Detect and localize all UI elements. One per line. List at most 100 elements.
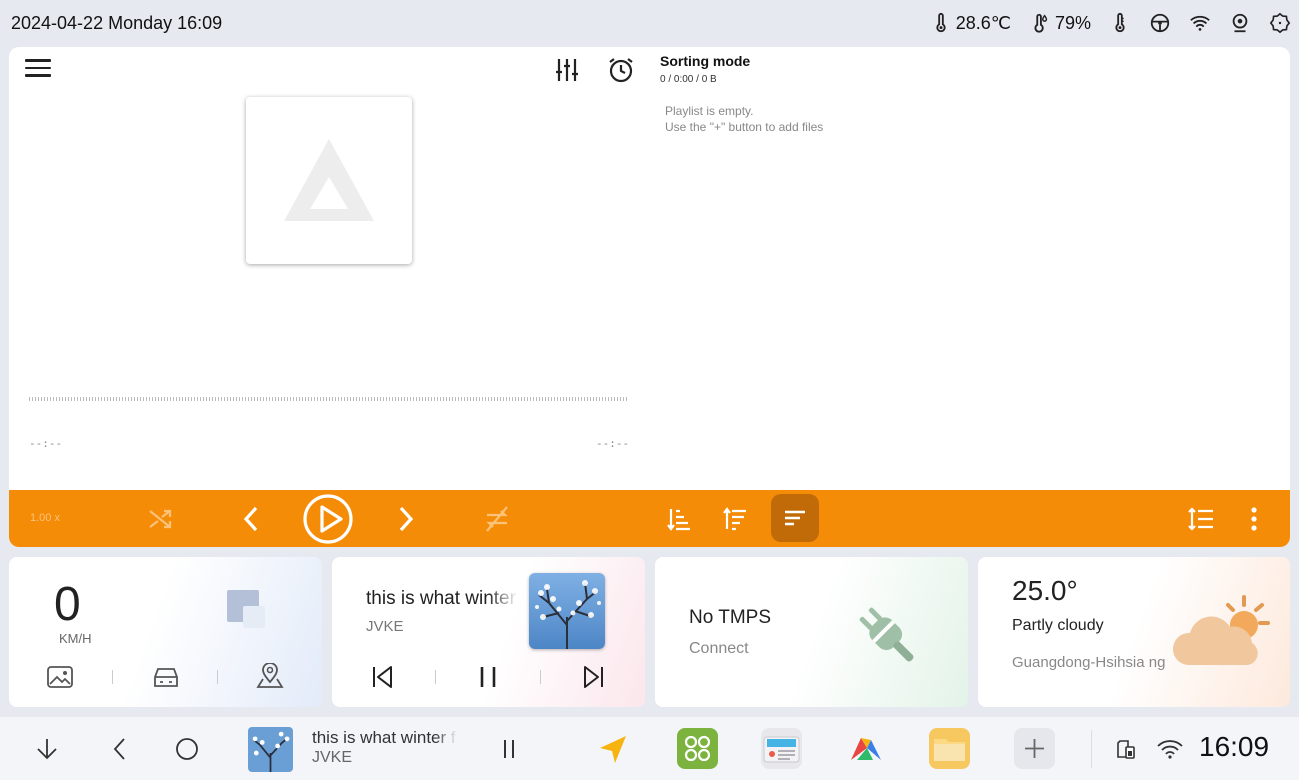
- humidity-icon: [1034, 13, 1048, 33]
- previous-button[interactable]: [236, 502, 266, 536]
- maps-app-icon: [851, 738, 881, 760]
- sort-descending-icon: [723, 507, 746, 531]
- image-icon: [47, 666, 73, 688]
- car-placeholder-icon-overlay: [243, 606, 265, 628]
- tpms-title: No TMPS: [689, 607, 772, 628]
- music-widget[interactable]: this is what winter feels like JVKE: [332, 557, 645, 707]
- plug-icon: [859, 607, 914, 662]
- arrow-down-icon: [37, 739, 57, 760]
- repeat-button[interactable]: [481, 503, 513, 535]
- equalizer-icon: [556, 59, 578, 81]
- sleep-timer-button[interactable]: [607, 56, 635, 84]
- alarm-clock-icon: [609, 58, 633, 83]
- speed-widget[interactable]: 0 KM/H: [9, 557, 322, 707]
- wifi-indicator: [1155, 735, 1185, 763]
- add-app-button[interactable]: [1014, 728, 1055, 769]
- navigation-arrow-icon: [600, 736, 626, 763]
- status-icons: 28.6℃ 79%: [912, 8, 1291, 38]
- home-button[interactable]: [172, 734, 202, 764]
- album-art-image: [529, 573, 605, 649]
- playlist-stats: 0 / 0:00 / 0 B: [660, 74, 717, 85]
- car-button[interactable]: [151, 665, 181, 694]
- camera-icon: [1232, 13, 1248, 33]
- humidity-value: 79%: [1054, 12, 1091, 33]
- waveform-seekbar[interactable]: [29, 397, 629, 401]
- album-art: [529, 573, 605, 649]
- pause-icon: [504, 740, 514, 758]
- location-button[interactable]: [255, 662, 285, 694]
- playback-control-bar: 1.00 x: [9, 490, 1290, 547]
- status-bar: 2024-04-22 Monday 16:09 28.6℃ 79%: [0, 0, 1299, 46]
- status-datetime: 2024-04-22 Monday 16:09: [11, 13, 223, 33]
- thermometer-icon: [1115, 12, 1125, 33]
- steering-wheel-icon: [1150, 13, 1170, 33]
- menu-button[interactable]: [25, 59, 51, 81]
- collapse-button[interactable]: [32, 734, 62, 764]
- repeat-icon: [486, 506, 508, 532]
- playlist-title: Sorting mode: [660, 53, 751, 69]
- weather-widget[interactable]: 25.0° Partly cloudy Guangdong-Hsihsia ng: [978, 557, 1290, 707]
- empty-playlist-message: Playlist is empty.: [665, 104, 754, 118]
- sort-descending-button[interactable]: [720, 504, 750, 534]
- settings-button[interactable]: [1269, 12, 1291, 34]
- song-artist: JVKE: [366, 618, 404, 635]
- plus-icon: [1025, 739, 1044, 758]
- apps-grid-app[interactable]: [677, 728, 718, 769]
- shuffle-icon: [149, 509, 172, 529]
- playback-speed[interactable]: 1.00 x: [30, 512, 60, 524]
- clock: 16:09: [1199, 731, 1270, 762]
- radio-icon: [763, 736, 800, 763]
- file-manager-app[interactable]: [929, 728, 970, 769]
- temperature-value: 28.6℃: [955, 12, 1011, 33]
- temperature-readout: 28.6℃: [930, 12, 1011, 34]
- empty-playlist-hint: Use the "+" button to add files: [665, 120, 824, 134]
- sort-custom-button[interactable]: [771, 494, 819, 542]
- wifi-icon: [1190, 15, 1210, 31]
- steering-wheel-button[interactable]: [1149, 12, 1171, 34]
- chevron-right-icon: [399, 506, 414, 532]
- nav-pause-button[interactable]: [494, 734, 524, 764]
- phone-battery-icon: [1117, 740, 1135, 759]
- phone-battery-indicator: [1113, 736, 1139, 762]
- gallery-button[interactable]: [46, 665, 74, 694]
- nav-song-title[interactable]: this is what winter feels like: [312, 728, 457, 748]
- app-logo-icon: [284, 139, 374, 221]
- sort-lines-icon: [785, 510, 805, 526]
- time-elapsed: --:--: [29, 437, 63, 450]
- thermometer-button[interactable]: [1109, 12, 1131, 34]
- nav-album-art[interactable]: [248, 727, 293, 772]
- navigation-app[interactable]: [592, 728, 633, 769]
- sort-order-button[interactable]: [1185, 504, 1217, 534]
- menu-icon-line: [25, 66, 51, 69]
- next-track-button[interactable]: [580, 664, 606, 695]
- thermometer-icon: [936, 12, 946, 33]
- speed-unit: KM/H: [59, 631, 92, 646]
- pause-button[interactable]: [475, 664, 501, 695]
- equalizer-button[interactable]: [554, 57, 580, 83]
- time-total: --:--: [596, 437, 630, 450]
- sort-ascending-button[interactable]: [664, 504, 694, 534]
- music-player-panel: Sorting mode 0 / 0:00 / 0 B Playlist is …: [9, 47, 1290, 547]
- next-button[interactable]: [391, 502, 421, 536]
- sort-order-icon: [1188, 507, 1213, 531]
- camera-button[interactable]: [1229, 12, 1251, 34]
- back-button[interactable]: [105, 734, 135, 764]
- settings-icon: [1269, 12, 1291, 34]
- weather-temperature: 25.0°: [1012, 575, 1078, 606]
- tpms-widget[interactable]: No TMPS Connect: [655, 557, 968, 707]
- car-icon: [154, 668, 178, 687]
- maps-app[interactable]: [845, 728, 886, 769]
- radio-app[interactable]: [761, 728, 802, 769]
- previous-track-button[interactable]: [370, 664, 396, 695]
- speed-value: 0: [54, 578, 81, 631]
- nav-song-artist: JVKE: [312, 749, 353, 766]
- tpms-connect[interactable]: Connect: [689, 640, 749, 658]
- album-cover-placeholder: [246, 97, 412, 264]
- divider: [1091, 730, 1092, 768]
- apps-grid-icon: [684, 735, 711, 762]
- play-button[interactable]: [302, 493, 354, 545]
- wifi-button[interactable]: [1189, 12, 1211, 34]
- more-options-button[interactable]: [1244, 504, 1264, 534]
- shuffle-button[interactable]: [145, 504, 175, 534]
- divider: [112, 670, 113, 684]
